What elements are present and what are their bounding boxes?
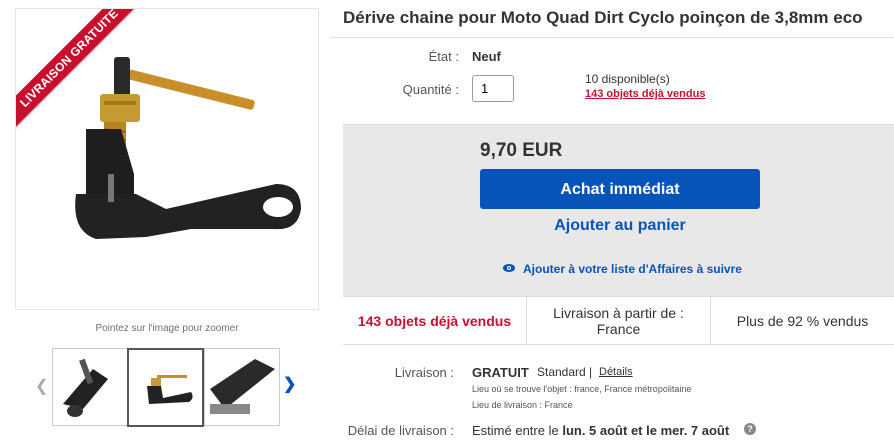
- quantity-input[interactable]: [472, 75, 514, 102]
- quantity-label: Quantité :: [402, 82, 459, 97]
- thumbnail-2-selected[interactable]: [127, 348, 204, 427]
- add-to-cart-button[interactable]: Ajouter au panier: [480, 217, 760, 235]
- stat-sold: 143 objets déjà vendus: [343, 297, 527, 344]
- thumbnail-image: [63, 358, 108, 417]
- eye-icon: [503, 264, 515, 272]
- shipping-label: Livraison :: [394, 365, 454, 380]
- stat-positive: Plus de 92 % vendus: [736, 312, 869, 329]
- thumbnail-image: [147, 375, 193, 404]
- condition-label: État :: [428, 49, 459, 64]
- free-shipping-ribbon: LIVRAISON GRATUITE: [16, 9, 166, 159]
- shipping-details-link[interactable]: Détails: [599, 366, 633, 378]
- shipping-free: GRATUIT: [472, 365, 529, 380]
- main-product-image[interactable]: LIVRAISON GRATUITE: [15, 8, 319, 310]
- stats-bar: 143 objets déjà vendus Livraison à parti…: [343, 296, 894, 345]
- ship-to-location: Lieu de livraison : France: [472, 400, 573, 410]
- add-to-watchlist-link[interactable]: Ajouter à votre liste d'Affaires à suivr…: [523, 262, 742, 276]
- chevron-left-icon[interactable]: ❮: [35, 376, 48, 396]
- shipping-standard: Standard |: [537, 365, 593, 379]
- delivery-estimate: Estimé entre le lun. 5 août et le mer. 7…: [472, 423, 729, 438]
- delivery-estimate-prefix: Estimé entre le: [472, 423, 563, 438]
- help-icon[interactable]: ?: [744, 423, 756, 435]
- thumbnail-3[interactable]: [204, 348, 280, 426]
- item-location: Lieu où se trouve l'objet : france, Fran…: [472, 384, 692, 394]
- divider: [330, 37, 894, 38]
- ribbon-text: LIVRAISON GRATUITE: [16, 9, 152, 141]
- delivery-estimate-dates: lun. 5 août et le mer. 7 août: [562, 423, 730, 438]
- chevron-right-icon[interactable]: ❯: [283, 374, 296, 394]
- stat-ships-from-text: Livraison à partir de : France: [553, 304, 684, 337]
- delivery-delay-label: Délai de livraison :: [347, 423, 454, 438]
- price: 9,70 EUR: [480, 140, 563, 161]
- buy-now-button[interactable]: Achat immédiat: [480, 169, 760, 209]
- thumbnail-image: [210, 359, 275, 414]
- zoom-hint: Pointez sur l'image pour zoomer: [95, 323, 239, 334]
- sold-count-link[interactable]: 143 objets déjà vendus: [585, 88, 705, 100]
- stat-ships-from: Livraison à partir de : France: [527, 297, 711, 344]
- listing-title: Dérive chaine pour Moto Quad Dirt Cyclo …: [343, 8, 863, 27]
- condition-value: Neuf: [472, 49, 501, 64]
- thumbnail-1[interactable]: [52, 348, 128, 426]
- available-count: 10 disponible(s): [585, 72, 670, 86]
